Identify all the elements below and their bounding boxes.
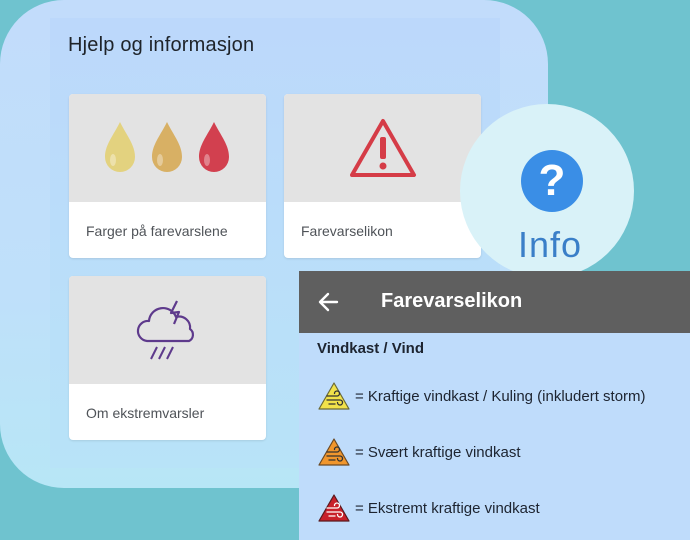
- detail-title: Farevarselikon: [381, 290, 523, 312]
- drops-icon: [104, 122, 229, 172]
- back-arrow-icon[interactable]: [317, 287, 339, 317]
- storm-cloud-icon: [136, 300, 194, 360]
- card-warning-icons[interactable]: Farevarselikon: [284, 94, 481, 258]
- wind-warning-red-icon: [318, 494, 350, 522]
- app-bar: Farevarselikon: [299, 271, 690, 333]
- warning-text: = Ekstremt kraftige vindkast: [355, 500, 540, 517]
- card-label: Om ekstremvarsler: [86, 405, 205, 421]
- card-extreme[interactable]: Om ekstremvarsler: [69, 276, 266, 440]
- warning-text: = Kraftige vindkast / Kuling (inkludert …: [355, 388, 646, 405]
- page-title: Hjelp og informasjon: [68, 34, 255, 56]
- info-label: Info: [518, 224, 583, 265]
- detail-screen: Farevarselikon Vindkast / Vind = Kraftig…: [299, 271, 690, 540]
- card-media: [69, 94, 266, 202]
- card-label: Farger på farevarslene: [86, 223, 228, 239]
- card-media: [284, 94, 481, 202]
- question-icon: ?: [521, 150, 583, 212]
- card-colors[interactable]: Farger på farevarslene: [69, 94, 266, 258]
- card-media: [69, 276, 266, 384]
- warning-triangle-icon: [349, 119, 416, 177]
- wind-warning-orange-icon: [318, 438, 350, 466]
- warning-text: = Svært kraftige vindkast: [355, 444, 521, 461]
- wind-warning-yellow-icon: [318, 382, 350, 410]
- section-heading: Vindkast / Vind: [317, 340, 424, 357]
- card-label: Farevarselikon: [301, 223, 393, 239]
